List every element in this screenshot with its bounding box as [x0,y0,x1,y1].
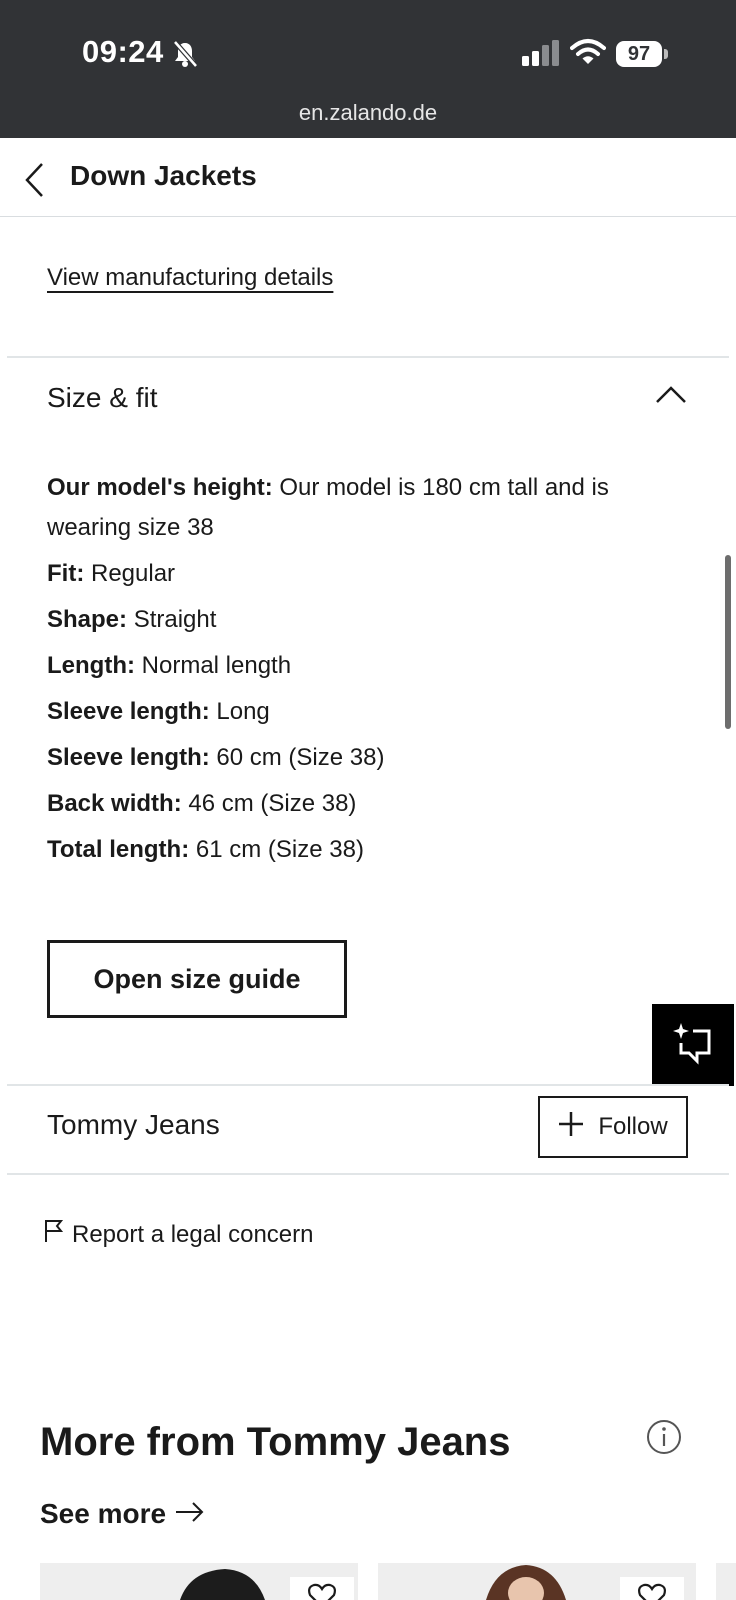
see-more-label: See more [40,1498,167,1529]
divider [7,1173,729,1175]
heart-icon [638,1583,666,1600]
battery-icon: 97 [616,41,662,67]
spec-row: Our model's height: Our model is 180 cm … [47,468,687,548]
chevron-left-icon[interactable] [24,162,46,203]
spec-label: Our model's height: [47,474,273,501]
status-time: 09:24 [82,34,164,69]
spec-label: Sleeve length: [47,744,210,771]
spec-row: Sleeve length: Long [47,692,687,732]
spec-label: Fit: [47,560,85,587]
bell-slash-icon [172,40,198,73]
product-card[interactable] [716,1563,736,1600]
divider [7,356,729,358]
follow-button[interactable]: Follow [538,1096,688,1158]
report-label: Report a legal concern [72,1220,314,1248]
spec-value: Straight [133,606,217,633]
size-fit-title[interactable]: Size & fit [47,382,157,414]
open-size-guide-button[interactable]: Open size guide [47,940,347,1018]
spec-row: Fit: Regular [47,554,687,594]
spec-row: Back width: 46 cm (Size 38) [47,784,687,824]
size-fit-specs: Our model's height: Our model is 180 cm … [47,468,687,876]
spec-value: 60 cm (Size 38) [216,744,385,771]
page-title: Down Jackets [70,160,257,191]
wishlist-button[interactable] [290,1577,354,1600]
chevron-up-icon[interactable] [655,386,687,409]
wifi-icon [570,38,606,71]
wishlist-button[interactable] [620,1577,684,1600]
spec-row: Total length: 61 cm (Size 38) [47,830,687,870]
nav-bar: Down Jackets [0,138,736,217]
spec-label: Sleeve length: [47,698,210,725]
spec-row: Length: Normal length [47,646,687,686]
brand-name[interactable]: Tommy Jeans [47,1109,220,1141]
spec-value: Normal length [141,652,292,679]
plus-icon [558,1111,584,1144]
spec-value: Regular [90,560,176,587]
assistant-button[interactable] [652,1004,734,1086]
url-text[interactable]: en.zalando.de [0,100,736,126]
spec-value: Long [216,698,270,725]
spec-value: 61 cm (Size 38) [195,836,364,863]
spec-row: Shape: Straight [47,600,687,640]
spec-row: Sleeve length: 60 cm (Size 38) [47,738,687,778]
signal-icon [522,40,560,71]
arrow-right-icon [174,1498,206,1530]
spec-label: Shape: [47,606,128,633]
heart-icon [308,1583,336,1600]
report-legal-concern-link[interactable]: Report a legal concern [44,1218,313,1251]
battery-tip [664,49,668,59]
spec-label: Total length: [47,836,190,863]
see-more-link[interactable]: See more [40,1498,206,1530]
follow-label: Follow [598,1113,668,1140]
product-card[interactable] [40,1563,358,1600]
spec-label: Length: [47,652,135,679]
flag-icon [44,1218,64,1251]
product-card[interactable] [378,1563,696,1600]
manufacturing-details-link[interactable]: View manufacturing details [47,264,333,292]
more-from-brand-title: More from Tommy Jeans [40,1420,511,1464]
info-icon[interactable] [646,1419,682,1460]
spec-value: 46 cm (Size 38) [188,790,357,817]
status-bar: 09:24 97 en.zalando.de [0,0,736,138]
scrollbar[interactable] [725,555,731,729]
sparkle-chat-icon [671,1021,715,1070]
divider [7,1084,729,1086]
spec-label: Back width: [47,790,182,817]
